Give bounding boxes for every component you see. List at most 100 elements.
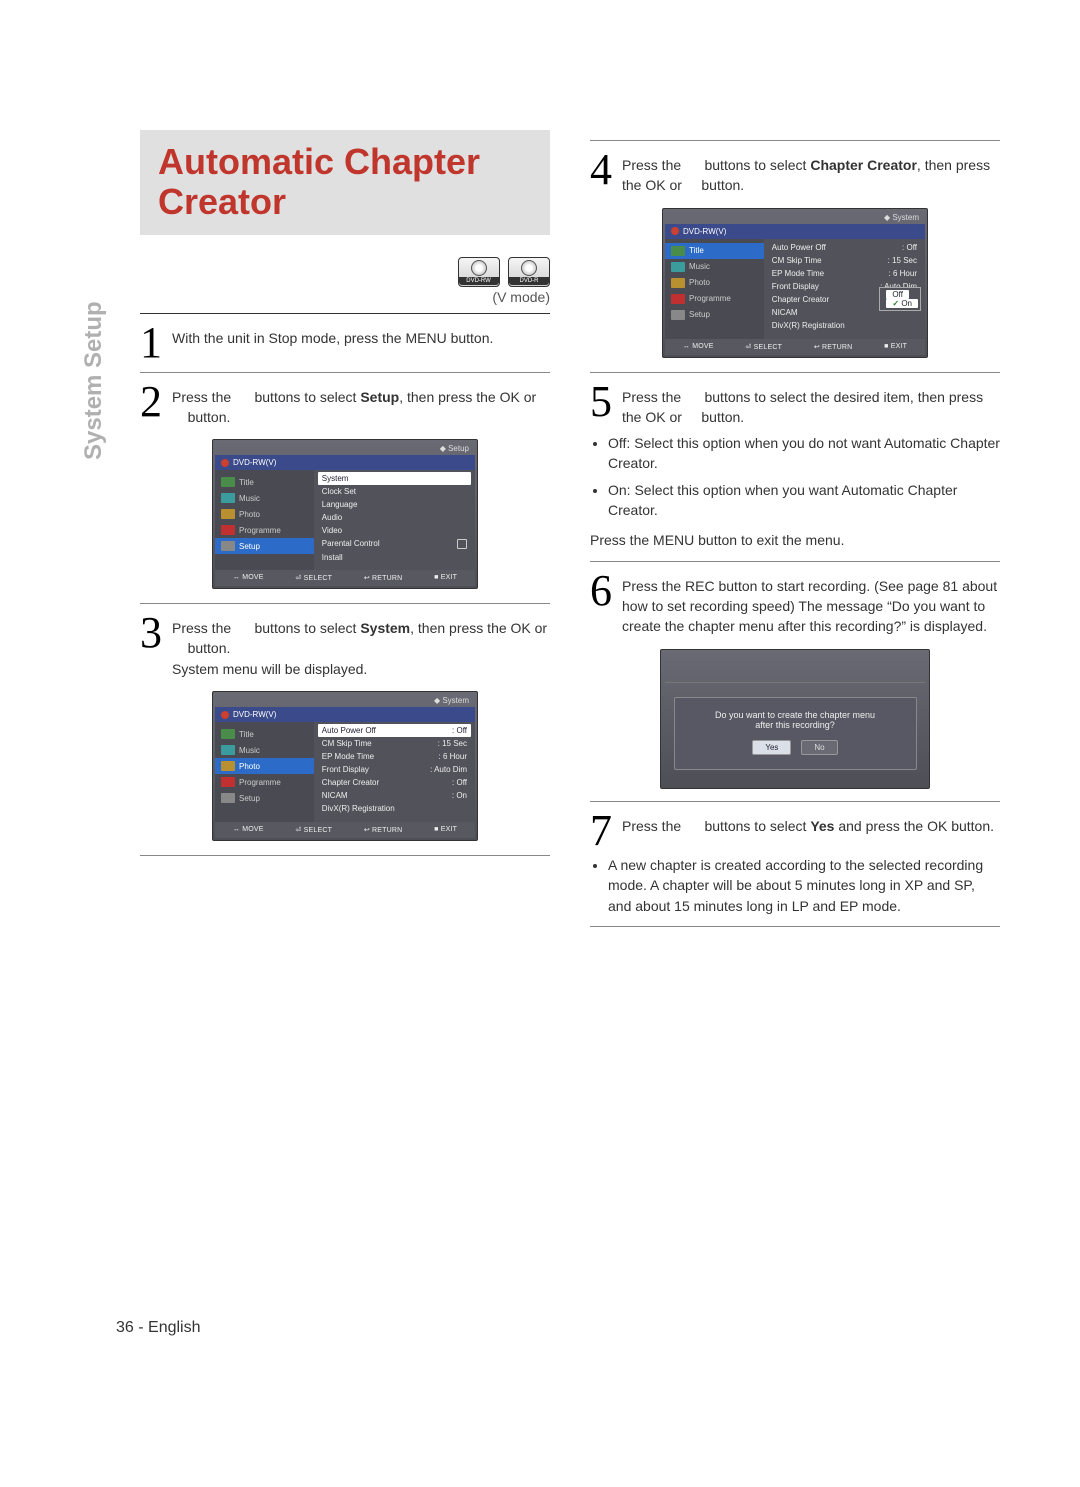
osd-nav-programme[interactable]: Programme xyxy=(215,522,314,538)
section-tab: System Setup xyxy=(80,301,108,460)
osd-disc-bar: DVD-RW(V) xyxy=(665,224,925,239)
osd-footer: ↔ MOVE ⏎ SELECT ↩ RETURN ■ EXIT xyxy=(215,822,475,838)
osd-nav-title[interactable]: Title xyxy=(215,474,314,490)
lock-icon xyxy=(457,539,467,549)
photo-icon xyxy=(671,278,685,288)
programme-icon xyxy=(221,777,235,787)
arrow-icon xyxy=(685,389,701,405)
osd-nav-setup[interactable]: Setup xyxy=(665,307,764,323)
osd-row-install[interactable]: Install xyxy=(318,551,471,564)
divider xyxy=(590,926,1000,927)
osd-footer: ↔ MOVE ⏎ SELECT ↩ RETURN ■ EXIT xyxy=(215,570,475,586)
osd-breadcrumb: ◆ System xyxy=(215,694,475,707)
photo-icon xyxy=(221,761,235,771)
osd-nav-music[interactable]: Music xyxy=(215,742,314,758)
osd-row[interactable]: EP Mode Time: 6 Hour xyxy=(318,750,471,763)
step-number: 1 xyxy=(140,324,162,361)
step-body: Press the buttons to select Yes and pres… xyxy=(622,812,994,836)
osd-row-system[interactable]: System xyxy=(318,472,471,485)
osd-body: Title Music Photo Programme Setup Auto P… xyxy=(665,239,925,339)
dialog-yes-button[interactable]: Yes xyxy=(752,740,791,755)
step-number: 2 xyxy=(140,383,162,420)
programme-icon xyxy=(221,525,235,535)
osd-dropdown[interactable]: Off On xyxy=(879,287,921,311)
osd-breadcrumb: ◆ System xyxy=(665,211,925,224)
dialog-no-button[interactable]: No xyxy=(801,740,837,755)
arrow-icon xyxy=(235,389,251,405)
select-hint: ⏎ SELECT xyxy=(745,343,782,351)
osd-row[interactable]: Chapter Creator: Off xyxy=(318,776,471,789)
osd-row-audio[interactable]: Audio xyxy=(318,511,471,524)
osd-body: Title Music Photo Programme Setup Auto P… xyxy=(215,722,475,822)
left-column: Automatic Chapter Creator DVD-RW DVD-R (… xyxy=(140,130,550,937)
osd-body: Title Music Photo Programme Setup System… xyxy=(215,470,475,570)
move-hint: ↔ MOVE xyxy=(233,826,264,834)
osd-row[interactable]: Auto Power Off: Off xyxy=(318,724,471,737)
osd-nav-title[interactable]: Title xyxy=(665,243,764,259)
osd-nav-programme[interactable]: Programme xyxy=(665,291,764,307)
osd-option-off[interactable]: Off xyxy=(886,290,909,299)
osd-row-clock-set[interactable]: Clock Set xyxy=(318,485,471,498)
osd-disc-bar: DVD-RW(V) xyxy=(215,455,475,470)
title-icon xyxy=(221,729,235,739)
osd-nav-photo[interactable]: Photo xyxy=(665,275,764,291)
right-icon xyxy=(172,640,184,656)
vmode-label: (V mode) xyxy=(140,289,550,305)
step-5: 5 Press the buttons to select the desire… xyxy=(590,383,1000,428)
osd-breadcrumb: ◆ Setup xyxy=(215,442,475,455)
exit-hint: ■ EXIT xyxy=(434,574,457,582)
osd-row[interactable]: Auto Power Off: Off xyxy=(768,241,921,254)
bullet-on: On: Select this option when you want Aut… xyxy=(608,480,1000,521)
arrow-icon xyxy=(685,157,701,173)
step-2: 2 Press the buttons to select Setup, the… xyxy=(140,383,550,428)
osd-row[interactable]: NICAM: On xyxy=(318,789,471,802)
osd-nav-setup[interactable]: Setup xyxy=(215,790,314,806)
divider xyxy=(140,313,550,314)
osd-nav-setup[interactable]: Setup xyxy=(215,538,314,554)
osd-nav-photo[interactable]: Photo xyxy=(215,758,314,774)
osd-row[interactable]: EP Mode Time: 6 Hour xyxy=(768,267,921,280)
step-body: With the unit in Stop mode, press the ME… xyxy=(172,324,493,348)
dialog-line1: Do you want to create the chapter menu xyxy=(685,710,906,720)
osd-row[interactable]: DivX(R) Registration xyxy=(768,319,921,332)
page-footer: 36 - English xyxy=(116,1319,201,1337)
osd-setup-menu: ◆ Setup DVD-RW(V) Title Music Photo Prog… xyxy=(212,439,478,589)
osd-right-panel: System Clock Set Language Audio Video Pa… xyxy=(314,470,475,570)
step-body: Press the buttons to select the desired … xyxy=(622,383,1000,428)
divider xyxy=(140,603,550,604)
osd-row-language[interactable]: Language xyxy=(318,498,471,511)
step-6: 6 Press the REC button to start recordin… xyxy=(590,572,1000,637)
right-column: 4 Press the buttons to select Chapter Cr… xyxy=(590,130,1000,937)
step-number: 4 xyxy=(590,151,612,188)
osd-blank-header xyxy=(665,654,925,683)
columns: Automatic Chapter Creator DVD-RW DVD-R (… xyxy=(140,130,1000,937)
osd-nav-music[interactable]: Music xyxy=(215,490,314,506)
osd-row[interactable]: CM Skip Time: 15 Sec xyxy=(318,737,471,750)
section-tab-label: System Setup xyxy=(80,301,107,460)
step-3: 3 Press the buttons to select System, th… xyxy=(140,614,550,679)
gear-icon xyxy=(221,541,235,551)
osd-right-panel: Auto Power Off: Off CM Skip Time: 15 Sec… xyxy=(314,722,475,822)
osd-nav-music[interactable]: Music xyxy=(665,259,764,275)
page-title: Automatic Chapter Creator xyxy=(158,142,532,221)
record-dot-icon xyxy=(671,227,679,235)
osd-nav-title[interactable]: Title xyxy=(215,726,314,742)
osd-option-on[interactable]: On xyxy=(886,299,918,308)
dialog-box: Do you want to create the chapter menu a… xyxy=(674,697,917,770)
step-1: 1 With the unit in Stop mode, press the … xyxy=(140,324,550,361)
divider xyxy=(140,855,550,856)
music-icon xyxy=(221,493,235,503)
osd-row[interactable]: DivX(R) Registration xyxy=(318,802,471,815)
divider xyxy=(590,372,1000,373)
osd-nav-programme[interactable]: Programme xyxy=(215,774,314,790)
osd-left-nav: Title Music Photo Programme Setup xyxy=(215,470,314,570)
music-icon xyxy=(671,262,685,272)
return-hint: ↩ RETURN xyxy=(364,574,403,582)
osd-row[interactable]: CM Skip Time: 15 Sec xyxy=(768,254,921,267)
osd-row-video[interactable]: Video xyxy=(318,524,471,537)
step-body: Press the REC button to start recording.… xyxy=(622,572,1000,637)
divider xyxy=(140,372,550,373)
osd-row-parental[interactable]: Parental Control xyxy=(318,537,471,551)
osd-row[interactable]: Front Display: Auto Dim xyxy=(318,763,471,776)
osd-nav-photo[interactable]: Photo xyxy=(215,506,314,522)
